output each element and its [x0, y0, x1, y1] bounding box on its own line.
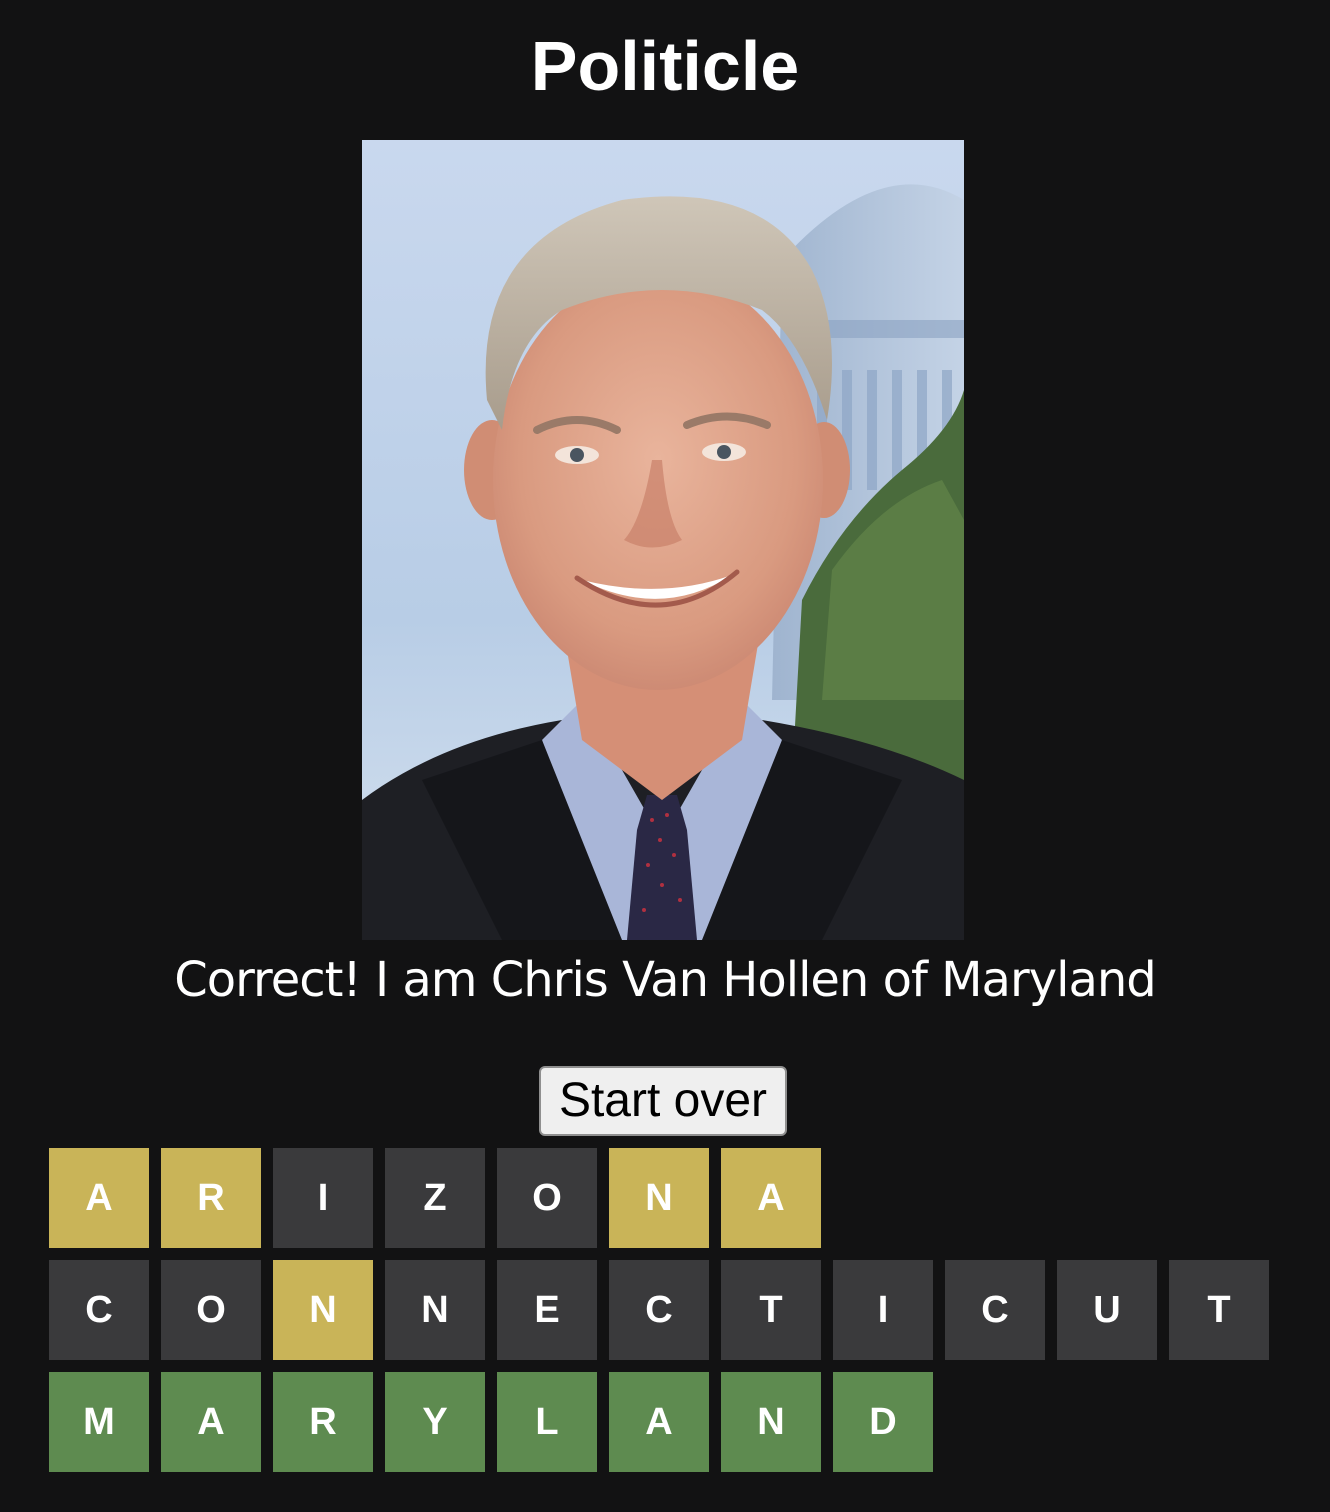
- letter-tile-correct: A: [609, 1372, 709, 1472]
- letter-tile-correct: R: [273, 1372, 373, 1472]
- letter-tile-absent: C: [609, 1260, 709, 1360]
- guess-row: MARYLAND: [49, 1372, 1269, 1472]
- letter-tile-correct: D: [833, 1372, 933, 1472]
- letter-tile-absent: T: [1169, 1260, 1269, 1360]
- letter-tile-correct: A: [161, 1372, 261, 1472]
- letter-tile-absent: C: [49, 1260, 149, 1360]
- letter-tile-present: A: [49, 1148, 149, 1248]
- letter-tile-absent: I: [833, 1260, 933, 1360]
- letter-tile-present: N: [609, 1148, 709, 1248]
- politician-photo: [362, 140, 964, 940]
- letter-tile-present: R: [161, 1148, 261, 1248]
- letter-tile-absent: O: [161, 1260, 261, 1360]
- letter-tile-present: A: [721, 1148, 821, 1248]
- result-message: Correct! I am Chris Van Hollen of Maryla…: [174, 952, 1157, 1008]
- letter-tile-absent: E: [497, 1260, 597, 1360]
- guess-row: CONNECTICUT: [49, 1260, 1269, 1360]
- letter-tile-absent: T: [721, 1260, 821, 1360]
- page-title: Politicle: [530, 27, 800, 105]
- letter-tile-correct: M: [49, 1372, 149, 1472]
- letter-tile-correct: Y: [385, 1372, 485, 1472]
- letter-tile-present: N: [273, 1260, 373, 1360]
- letter-tile-correct: L: [497, 1372, 597, 1472]
- letter-tile-correct: N: [721, 1372, 821, 1472]
- letter-tile-absent: U: [1057, 1260, 1157, 1360]
- start-over-button[interactable]: Start over: [539, 1066, 787, 1136]
- letter-tile-absent: N: [385, 1260, 485, 1360]
- guess-board: ARIZONACONNECTICUTMARYLAND: [49, 1148, 1269, 1484]
- letter-tile-absent: I: [273, 1148, 373, 1248]
- letter-tile-absent: C: [945, 1260, 1045, 1360]
- letter-tile-absent: O: [497, 1148, 597, 1248]
- guess-row: ARIZONA: [49, 1148, 1269, 1248]
- letter-tile-absent: Z: [385, 1148, 485, 1248]
